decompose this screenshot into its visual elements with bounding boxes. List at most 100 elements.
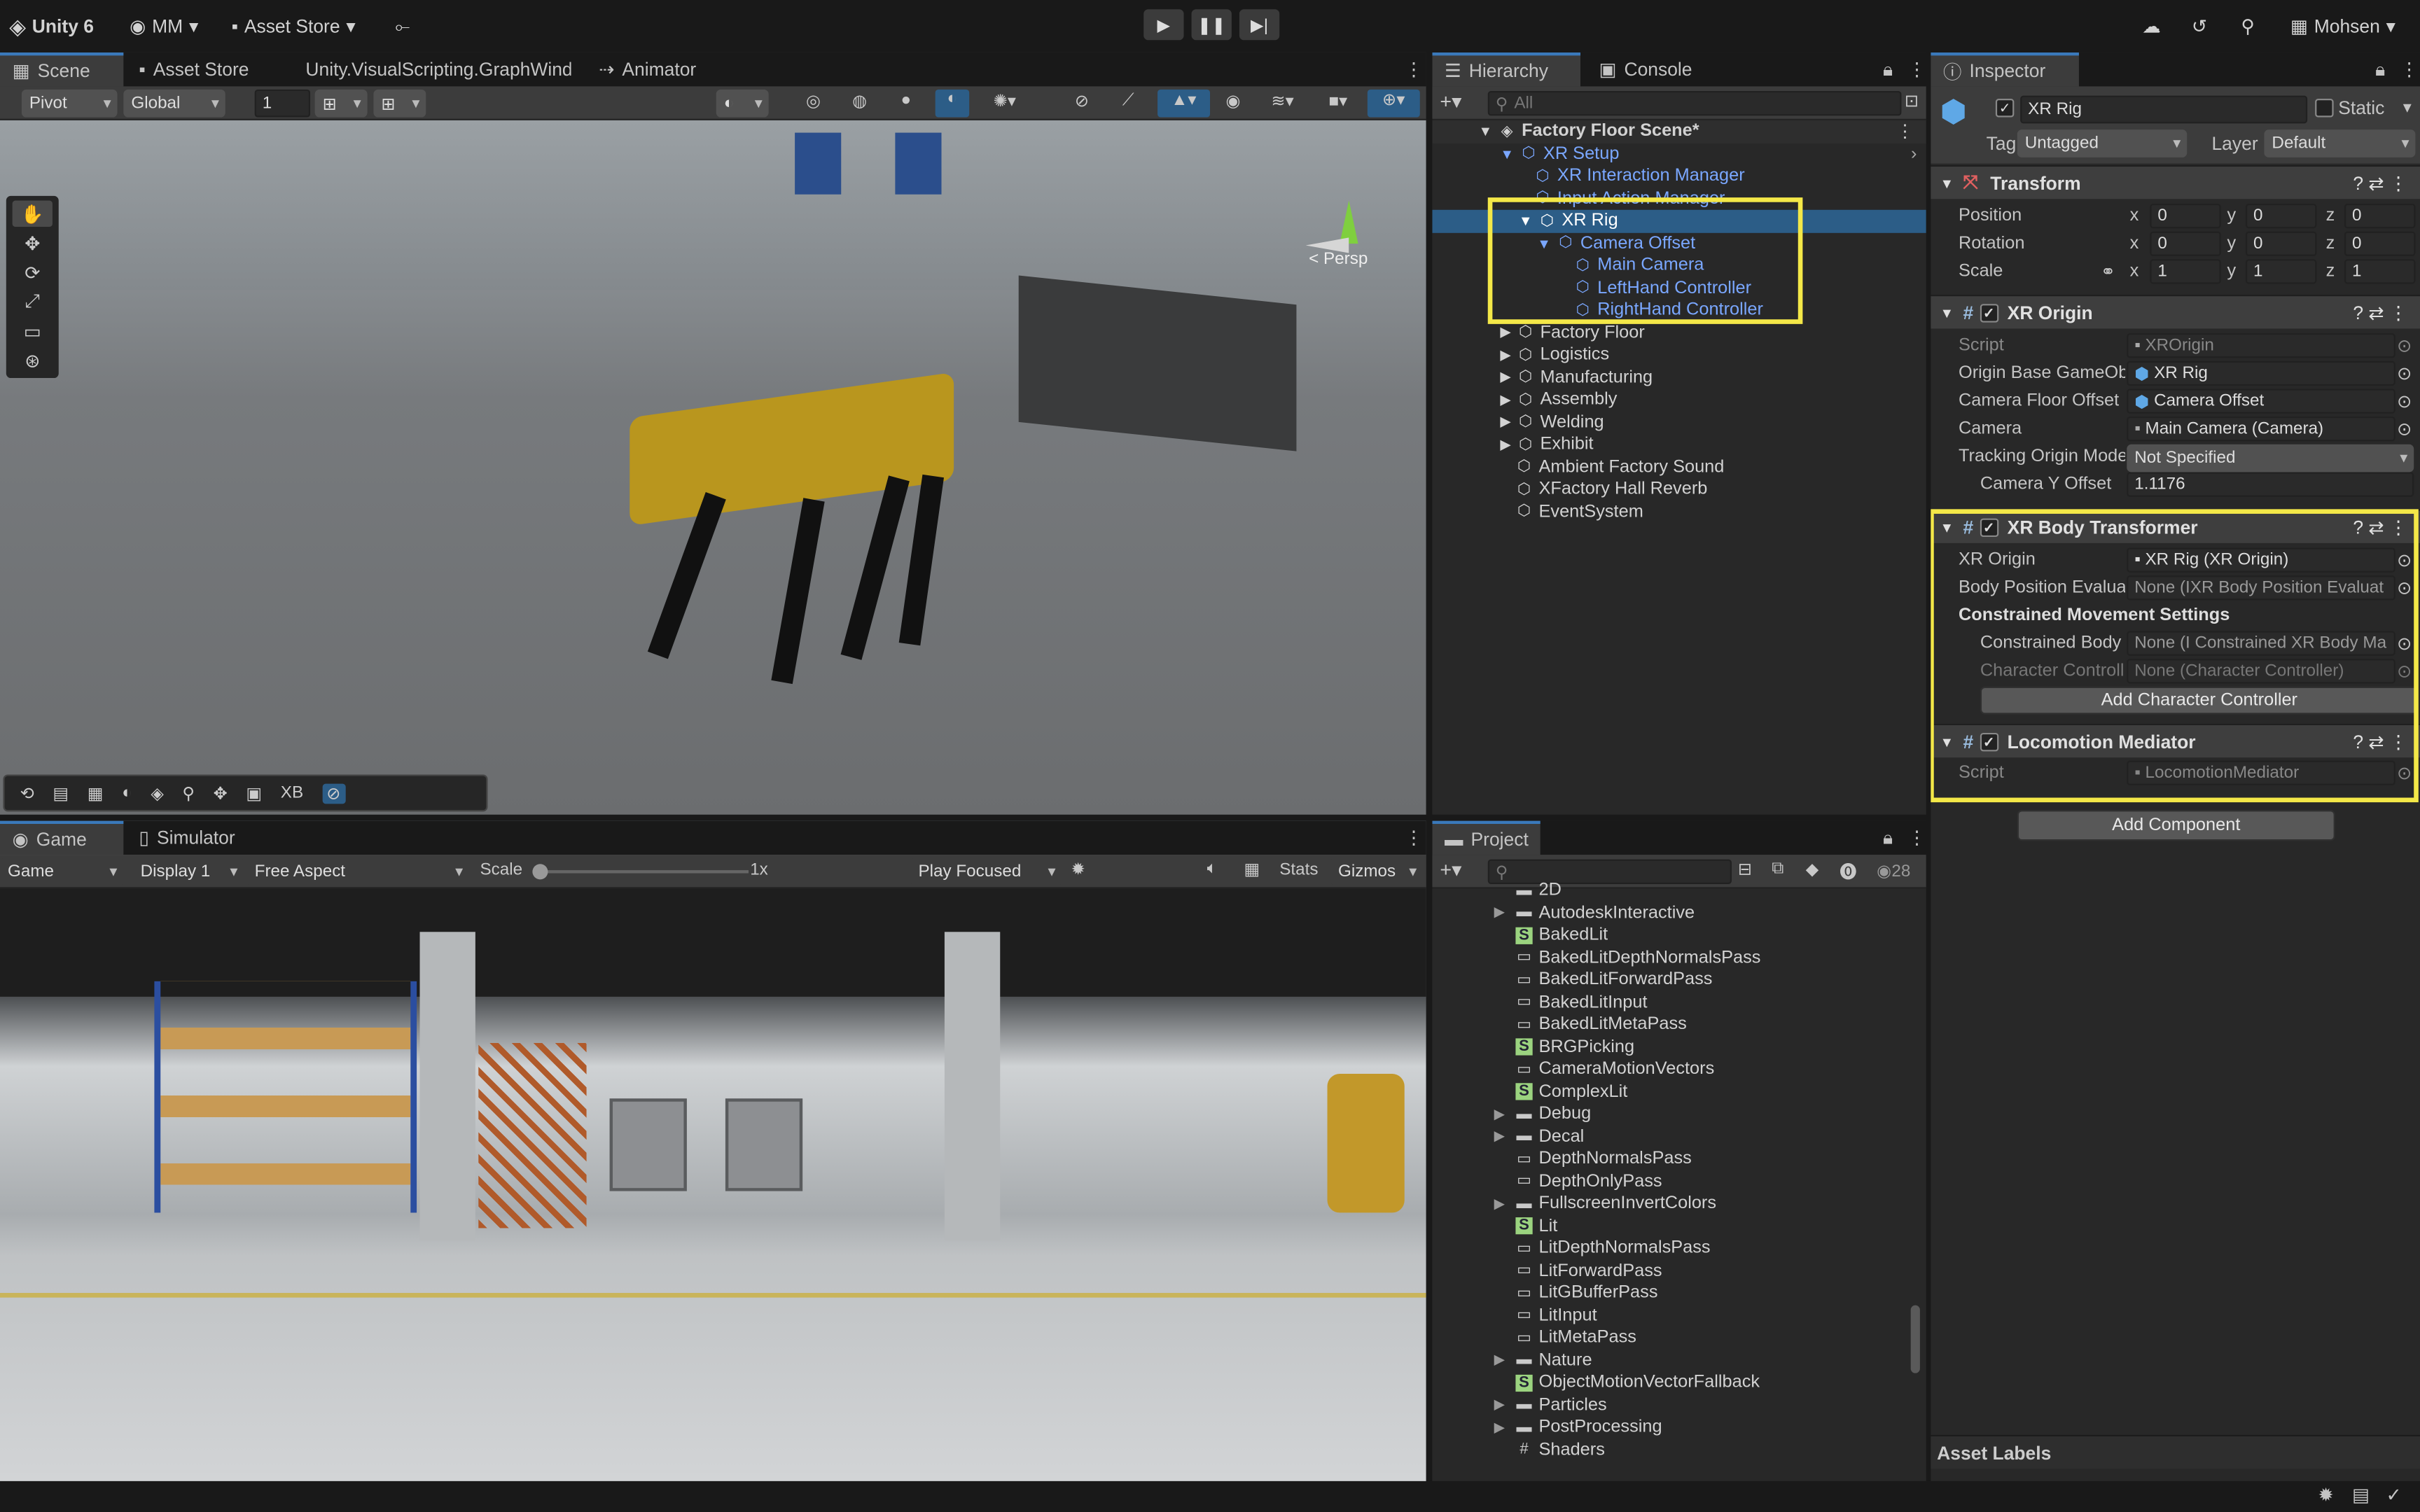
expand-arrow-icon[interactable]: ▶ [1500, 391, 1510, 408]
static-checkbox[interactable] [2315, 99, 2334, 118]
project-item[interactable]: ▭ LitForwardPass [1432, 1260, 1926, 1282]
enabled-checkbox[interactable]: ✓ [1979, 517, 1998, 536]
more-menu-icon[interactable]: ⋮ [2388, 52, 2420, 86]
global-dropdown[interactable]: Global [123, 89, 225, 118]
asset-store-dropdown[interactable]: ▪ Asset Store ▾ [232, 9, 356, 43]
user-dropdown[interactable]: ▦ Mohsen ▾ [2290, 9, 2395, 43]
tab-console[interactable]: ▣ Console [1587, 52, 1704, 86]
layer-dropdown[interactable]: Default [2264, 130, 2416, 158]
scene-viewport[interactable]: < Persp [0, 120, 1426, 815]
more-menu-icon[interactable]: ⋮ [1392, 821, 1426, 855]
tab-scene[interactable]: ▦ Scene [0, 52, 124, 87]
xr-origin-ref-field[interactable]: ▪ XR Rig (XR Origin) [2127, 547, 2395, 573]
lighting-toggle-icon[interactable]: ◐ [935, 89, 970, 118]
object-picker-icon[interactable]: ⊙ [2397, 762, 2412, 783]
tree-row-input-action-manager[interactable]: ⬡ Input Action Manager [1432, 188, 1926, 210]
tree-row-ambient-sound[interactable]: ⬡ Ambient Factory Sound [1432, 456, 1926, 478]
draw-mode-icon[interactable]: ◎ [800, 91, 828, 115]
scale-slider[interactable] [532, 864, 749, 880]
expand-arrow-icon[interactable]: ▶ [1494, 1396, 1516, 1413]
bug-icon[interactable]: ✹ [2318, 1484, 2334, 1506]
position-y-input[interactable]: 0 [2245, 203, 2317, 229]
scene-fx-icon[interactable]: ⟋ [1114, 91, 1142, 115]
project-item[interactable]: ▶ ▬ Debug [1432, 1103, 1926, 1126]
tab-hierarchy[interactable]: ☰ Hierarchy [1432, 52, 1580, 87]
project-item[interactable]: ▶ ▬ Nature [1432, 1349, 1926, 1371]
field-input[interactable]: ▪ Main Camera (Camera) [2127, 416, 2395, 442]
enabled-checkbox[interactable]: ✓ [1979, 732, 1998, 751]
hierarchy-search-input[interactable]: ⚲ All [1487, 91, 1902, 116]
active-checkbox[interactable]: ✓ [1995, 99, 2015, 118]
xr-body-transformer-header[interactable]: ▼ # ✓ XR Body Transformer ? ⇄ ⋮ [1931, 509, 2420, 543]
label-icon[interactable]: ◆ [1806, 860, 1819, 879]
stats-button[interactable]: Stats [1279, 861, 1318, 879]
aspect-dropdown[interactable]: Free Aspect [246, 858, 470, 886]
project-item[interactable]: ▭ BakedLitMetaPass [1432, 1014, 1926, 1036]
chevron-right-icon[interactable]: › [1911, 145, 1917, 163]
object-picker-icon[interactable]: ⊙ [2397, 363, 2412, 384]
search-options-icon[interactable]: ⊡ [1905, 91, 1919, 111]
component-menu-icons[interactable]: ? ⇄ ⋮ [2353, 516, 2407, 538]
project-item[interactable]: # Shaders [1432, 1438, 1926, 1461]
tab-game[interactable]: ◉ Game [0, 820, 124, 855]
add-component-button[interactable]: Add Component [2017, 810, 2335, 841]
unity-logo[interactable]: ◈ Unity 6 [9, 9, 94, 43]
project-item[interactable]: S BakedLit [1432, 924, 1926, 946]
project-item[interactable]: ▭ BakedLitInput [1432, 991, 1926, 1014]
tree-row-exhibit[interactable]: ▶ ⬡ Exhibit [1432, 433, 1926, 456]
project-item[interactable]: S BRGPicking [1432, 1036, 1926, 1058]
project-item[interactable]: ▶ ▬ Particles [1432, 1394, 1926, 1416]
object-picker-icon[interactable]: ⊙ [2397, 550, 2412, 570]
tree-row-hall-reverb[interactable]: ⬡ XFactory Hall Reverb [1432, 478, 1926, 500]
expand-arrow-icon[interactable]: ▶ [1500, 369, 1510, 386]
project-item[interactable]: ▭ LitInput [1432, 1305, 1926, 1327]
expand-arrow-icon[interactable]: ▶ [1494, 1128, 1516, 1145]
increment-snap-dropdown[interactable]: ⊞ [373, 89, 426, 118]
pause-button[interactable]: ❚❚ [1191, 9, 1232, 41]
component-menu-icons[interactable]: ? ⇄ ⋮ [2353, 172, 2407, 194]
expand-arrow-icon[interactable]: ▼ [1940, 304, 1954, 320]
tab-project[interactable]: ▬ Project [1432, 820, 1541, 855]
tree-row-logistics[interactable]: ▶ ⬡ Logistics [1432, 344, 1926, 367]
display-dropdown[interactable]: Display 1 [132, 858, 244, 886]
component-menu-icons[interactable]: ? ⇄ ⋮ [2353, 302, 2407, 323]
project-scrollbar[interactable] [1907, 888, 1924, 1481]
project-item[interactable]: S ObjectMotionVectorFallback [1432, 1371, 1926, 1394]
expand-arrow-icon[interactable]: ▶ [1500, 346, 1510, 363]
fx-dropdown-icon[interactable]: ✺▾ [982, 91, 1028, 115]
rotate-tool-icon[interactable]: ⟳ [13, 259, 53, 285]
tab-simulator[interactable]: ▯ Simulator [127, 821, 248, 855]
mute-audio-icon[interactable]: 🔈︎ [1207, 860, 1218, 880]
project-item[interactable]: S Lit [1432, 1215, 1926, 1238]
object-name-input[interactable]: XR Rig [2020, 95, 2308, 124]
expand-arrow-icon[interactable]: ▼ [1519, 214, 1533, 229]
project-item[interactable]: ▭ LitMetaPass [1432, 1327, 1926, 1350]
refresh-icon[interactable]: ⟲ [20, 783, 34, 803]
play-button[interactable]: ▶ [1143, 9, 1184, 41]
component-menu-icons[interactable]: ? ⇄ ⋮ [2353, 731, 2407, 752]
scale-y-input[interactable]: 1 [2245, 259, 2317, 284]
move-tool-icon[interactable]: ✥ [13, 230, 53, 255]
project-item[interactable]: ▭ BakedLitDepthNormalsPass [1432, 946, 1926, 969]
expand-arrow-icon[interactable]: ▶ [1494, 1196, 1516, 1212]
project-item[interactable]: ▭ BakedLitForwardPass [1432, 969, 1926, 991]
expand-arrow-icon[interactable]: ▼ [1940, 734, 1954, 749]
tree-row-camera-offset[interactable]: ▼ ⬡ Camera Offset [1432, 232, 1926, 255]
enabled-checkbox[interactable]: ✓ [1979, 303, 1998, 322]
tree-row-event-system[interactable]: ⬡ EventSystem [1432, 500, 1926, 523]
scale-tool-icon[interactable]: ⤢ [13, 288, 53, 314]
project-item[interactable]: ▭ LitDepthNormalsPass [1432, 1238, 1926, 1260]
pivot-dropdown[interactable]: Pivot [21, 89, 118, 118]
field-input[interactable]: ⬢ XR Rig [2127, 360, 2395, 386]
tree-row-factory-floor[interactable]: ▶ ⬡ Factory Floor [1432, 322, 1926, 344]
status-check-icon[interactable]: ✓ [2386, 1484, 2402, 1506]
search-by-type-icon[interactable]: ⊟ [1738, 860, 1752, 879]
zoom-icon[interactable]: ⚲ [182, 783, 195, 803]
scale-z-input[interactable]: 1 [2344, 259, 2416, 284]
project-item[interactable]: ▶ ▬ PostProcessing [1432, 1416, 1926, 1438]
gizmos-dropdown[interactable]: Gizmos [1330, 858, 1424, 886]
scrollbar-thumb[interactable] [1910, 1305, 1920, 1373]
object-picker-icon[interactable]: ⊙ [2397, 418, 2412, 440]
field-input[interactable]: ⬢ Camera Offset [2127, 388, 2395, 414]
compass-icon[interactable]: ⊘ [321, 783, 346, 804]
